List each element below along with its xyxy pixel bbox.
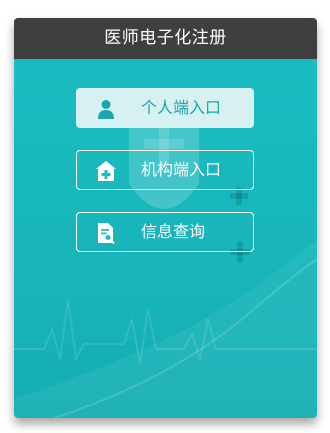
hospital-icon: [96, 161, 116, 181]
page-title: 医师电子化注册: [14, 18, 317, 59]
institution-entry-label: 机构端入口: [141, 160, 222, 179]
info-query-label: 信息查询: [141, 222, 206, 241]
registration-panel: 医师电子化注册 个人端入口 机构端入口 信息查询: [14, 18, 317, 418]
document-search-icon: [98, 223, 115, 244]
person-icon: [98, 100, 114, 119]
institution-entry-button[interactable]: 机构端入口: [76, 150, 254, 190]
personal-entry-button[interactable]: 个人端入口: [76, 88, 254, 128]
info-query-button[interactable]: 信息查询: [76, 212, 254, 252]
personal-entry-label: 个人端入口: [141, 98, 222, 117]
